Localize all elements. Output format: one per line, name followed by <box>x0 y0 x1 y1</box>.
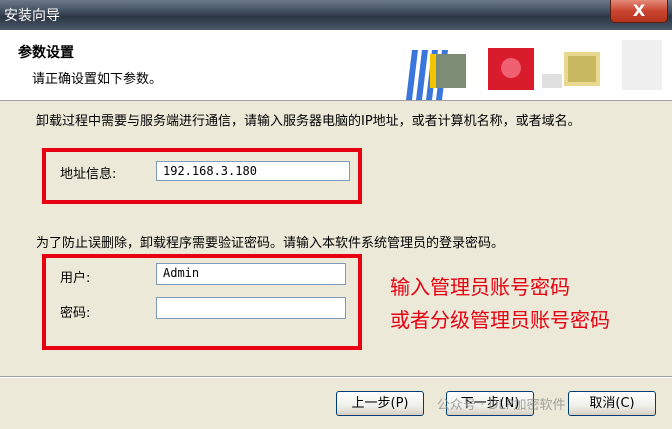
auth-description: 为了防止误删除，卸载程序需要验证密码。请输入本软件系统管理员的登录密码。 <box>36 236 505 251</box>
page-subtitle: 请正确设置如下参数。 <box>32 72 163 87</box>
footer-divider <box>0 376 672 378</box>
page-title: 参数设置 <box>18 45 74 61</box>
annotation-line-1: 输入管理员账号密码 <box>390 275 570 299</box>
wizard-header: 参数设置 请正确设置如下参数。 <box>0 30 672 101</box>
banner-graphic <box>392 30 672 100</box>
password-label: 密码: <box>60 306 91 321</box>
user-label: 用户: <box>60 271 91 286</box>
back-button[interactable]: 上一步(P) <box>336 391 424 416</box>
watermark-text: 公众号 · DLP加密软件 <box>437 398 566 413</box>
password-input[interactable] <box>156 297 346 319</box>
user-input[interactable]: Admin <box>156 263 346 285</box>
address-label: 地址信息: <box>60 167 117 182</box>
title-bar: 安装向导 X <box>0 0 672 30</box>
address-input[interactable]: 192.168.3.180 <box>156 161 350 181</box>
annotation-line-2: 或者分级管理员账号密码 <box>390 308 610 332</box>
cancel-button[interactable]: 取消(C) <box>568 391 656 416</box>
server-description: 卸载过程中需要与服务端进行通信，请输入服务器电脑的IP地址，或者计算机名称，或者… <box>36 114 581 129</box>
close-button[interactable]: X <box>610 0 668 23</box>
window-title: 安装向导 <box>4 8 60 24</box>
wizard-content: 卸载过程中需要与服务端进行通信，请输入服务器电脑的IP地址，或者计算机名称，或者… <box>0 101 672 376</box>
